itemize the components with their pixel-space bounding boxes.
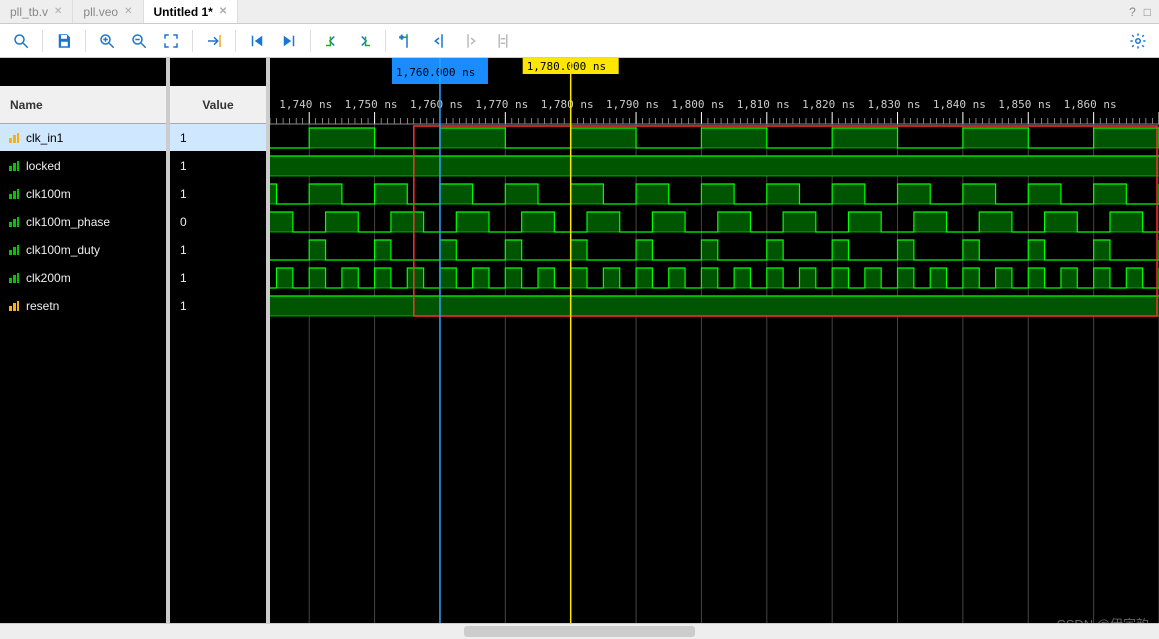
svg-text:1,780.000 ns: 1,780.000 ns bbox=[527, 60, 606, 73]
svg-text:1,820 ns: 1,820 ns bbox=[802, 98, 855, 111]
signal-name-label: clk100m_phase bbox=[26, 215, 110, 229]
zoom-in-button[interactable] bbox=[92, 27, 122, 55]
svg-text:1,830 ns: 1,830 ns bbox=[868, 98, 921, 111]
close-icon[interactable]: ✕ bbox=[124, 6, 132, 17]
signal-name-label: clk100m_duty bbox=[26, 243, 100, 257]
signal-row-clk_in1[interactable]: clk_in1 bbox=[0, 124, 166, 152]
signal-value-clk_in1[interactable]: 1 bbox=[170, 124, 266, 152]
tab-untitled-1[interactable]: Untitled 1* ✕ bbox=[144, 0, 239, 23]
signal-value-clk100m[interactable]: 1 bbox=[170, 180, 266, 208]
next-marker-button[interactable] bbox=[456, 27, 486, 55]
signal-name-label: clk100m bbox=[26, 187, 71, 201]
tab-pll-veo[interactable]: pll.veo ✕ bbox=[73, 0, 143, 23]
signal-value-panel: Value 1110111 bbox=[170, 58, 270, 639]
maximize-icon[interactable]: □ bbox=[1144, 5, 1151, 19]
prev-marker-button[interactable] bbox=[424, 27, 454, 55]
name-header: Name bbox=[0, 86, 166, 124]
tab-label: pll_tb.v bbox=[10, 5, 48, 19]
signal-name-rows: clk_in1locked clk100m clk100m_phase clk100m… bbox=[0, 124, 166, 320]
svg-text:1,790 ns: 1,790 ns bbox=[606, 98, 659, 111]
signal-value-clk100m_phase[interactable]: 0 bbox=[170, 208, 266, 236]
signal-icon bbox=[8, 216, 20, 228]
signal-row-clk200m[interactable]: clk200m bbox=[0, 264, 166, 292]
prev-transition-button[interactable] bbox=[317, 27, 347, 55]
next-transition-button[interactable] bbox=[349, 27, 379, 55]
signal-value-resetn[interactable]: 1 bbox=[170, 292, 266, 320]
value-header: Value bbox=[170, 86, 266, 124]
svg-text:1,840 ns: 1,840 ns bbox=[933, 98, 986, 111]
svg-text:1,850 ns: 1,850 ns bbox=[998, 98, 1051, 111]
goto-start-button[interactable] bbox=[242, 27, 272, 55]
signal-name-label: locked bbox=[26, 159, 61, 173]
svg-text:1,760.000 ns: 1,760.000 ns bbox=[396, 66, 475, 79]
horizontal-scrollbar[interactable] bbox=[0, 623, 1159, 639]
zoom-fit-button[interactable] bbox=[156, 27, 186, 55]
waveform-canvas[interactable]: 1,780.000 ns 1,760.000 ns 1,740 ns 1,750 ns… bbox=[270, 58, 1159, 639]
signal-value-clk200m[interactable]: 1 bbox=[170, 264, 266, 292]
signal-name-panel: Name clk_in1lockedclk100mclk100m_phasecl… bbox=[0, 58, 170, 639]
svg-text:1,750 ns: 1,750 ns bbox=[345, 98, 398, 111]
help-icon[interactable]: ? bbox=[1129, 5, 1136, 19]
signal-icon bbox=[8, 244, 20, 256]
svg-text:1,800 ns: 1,800 ns bbox=[671, 98, 724, 111]
signal-icon bbox=[8, 132, 20, 144]
svg-text:1,740 ns: 1,740 ns bbox=[279, 98, 332, 111]
main-area: Name clk_in1lockedclk100mclk100m_phasecl… bbox=[0, 58, 1159, 639]
signal-row-locked[interactable]: locked bbox=[0, 152, 166, 180]
signal-row-clk100m_phase[interactable]: clk100m_phase bbox=[0, 208, 166, 236]
svg-text:+: + bbox=[400, 32, 405, 41]
add-marker-button[interactable]: + bbox=[392, 27, 422, 55]
save-button[interactable] bbox=[49, 27, 79, 55]
search-button[interactable] bbox=[6, 27, 36, 55]
svg-text:1,860 ns: 1,860 ns bbox=[1064, 98, 1117, 111]
signal-icon bbox=[8, 272, 20, 284]
signal-icon bbox=[8, 188, 20, 200]
settings-button[interactable] bbox=[1123, 27, 1153, 55]
svg-text:1,770 ns: 1,770 ns bbox=[475, 98, 528, 111]
goto-cursor-button[interactable] bbox=[199, 27, 229, 55]
close-icon[interactable]: ✕ bbox=[219, 6, 227, 17]
signal-value-clk100m_duty[interactable]: 1 bbox=[170, 236, 266, 264]
wave-toolbar: + bbox=[0, 24, 1159, 58]
signal-value-rows: 1110111 bbox=[170, 124, 266, 320]
signal-name-label: resetn bbox=[26, 299, 59, 313]
signal-name-label: clk200m bbox=[26, 271, 71, 285]
svg-text:1,760 ns: 1,760 ns bbox=[410, 98, 463, 111]
signal-value-locked[interactable]: 1 bbox=[170, 152, 266, 180]
close-icon[interactable]: ✕ bbox=[54, 6, 62, 17]
zoom-out-button[interactable] bbox=[124, 27, 154, 55]
signal-name-label: clk_in1 bbox=[26, 131, 63, 145]
tab-label: Untitled 1* bbox=[154, 5, 213, 19]
signal-icon bbox=[8, 300, 20, 312]
goto-end-button[interactable] bbox=[274, 27, 304, 55]
editor-tabs: pll_tb.v ✕ pll.veo ✕ Untitled 1* ✕ ? □ bbox=[0, 0, 1159, 24]
swap-markers-button[interactable] bbox=[488, 27, 518, 55]
signal-row-clk100m[interactable]: clk100m bbox=[0, 180, 166, 208]
tab-pll-tb[interactable]: pll_tb.v ✕ bbox=[0, 0, 73, 23]
scrollbar-thumb[interactable] bbox=[464, 626, 696, 637]
tabs-right-controls: ? □ bbox=[1129, 0, 1159, 23]
tab-label: pll.veo bbox=[83, 5, 118, 19]
signal-icon bbox=[8, 160, 20, 172]
svg-text:1,810 ns: 1,810 ns bbox=[737, 98, 790, 111]
waveform-panel[interactable]: 1,780.000 ns 1,760.000 ns 1,740 ns 1,750 ns… bbox=[270, 58, 1159, 639]
signal-row-resetn[interactable]: resetn bbox=[0, 292, 166, 320]
signal-row-clk100m_duty[interactable]: clk100m_duty bbox=[0, 236, 166, 264]
svg-text:1,780 ns: 1,780 ns bbox=[541, 98, 594, 111]
